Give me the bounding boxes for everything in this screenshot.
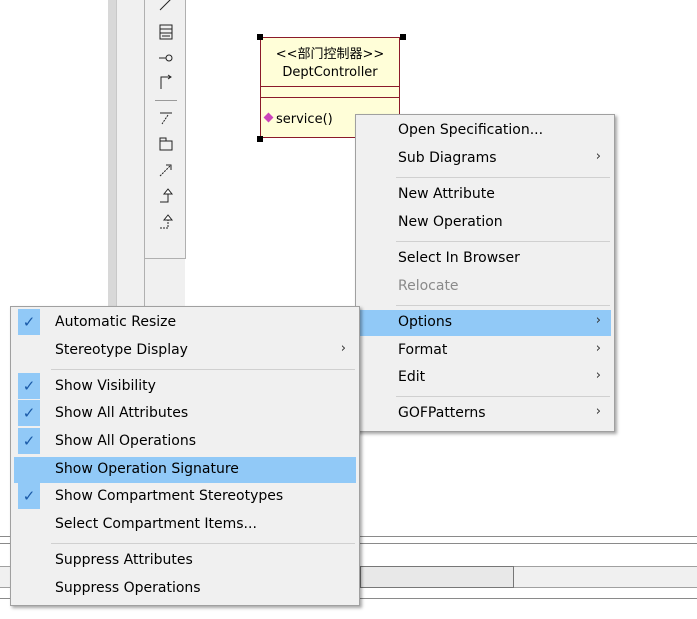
association-tool-icon[interactable] [153,0,179,16]
menu-item-new-attribute[interactable]: New Attribute [359,182,611,208]
option-show-compartment-stereotypes[interactable]: ✓ Show Compartment Stereotypes [14,483,356,510]
menu-item-label: Select In Browser [398,250,520,266]
option-automatic-resize[interactable]: ✓ Automatic Resize [14,309,356,336]
menu-item-label: Select Compartment Items... [55,516,257,532]
menu-item-options[interactable]: Options › [359,310,611,336]
checkmark-icon: ✓ [18,400,40,426]
menu-item-label: Sub Diagrams [398,150,497,166]
selection-handle[interactable] [257,136,263,142]
compartment-divider [261,86,399,87]
menu-item-open-specification[interactable]: Open Specification... [359,118,611,144]
context-menu: Open Specification... Sub Diagrams › New… [355,114,615,432]
checkmark-icon: ✓ [18,483,40,509]
menu-item-label: Open Specification... [398,122,544,138]
submenu-arrow-icon: › [595,341,601,356]
option-show-all-attributes[interactable]: ✓ Show All Attributes [14,400,356,427]
realize-tool-icon[interactable] [153,210,179,234]
menu-separator [396,396,610,397]
menu-item-label: GOFPatterns [398,405,486,421]
diagram-toolbox [144,0,186,259]
submenu-arrow-icon: › [595,313,601,328]
unidirectional-association-icon[interactable] [153,70,179,94]
submenu-arrow-icon: › [595,368,601,383]
option-suppress-operations[interactable]: Suppress Operations [14,576,356,602]
menu-item-label: Automatic Resize [55,314,177,330]
menu-item-label: Show Compartment Stereotypes [55,488,284,504]
option-stereotype-display[interactable]: Stereotype Display › [14,338,356,364]
options-submenu: ✓ Automatic Resize Stereotype Display › … [10,306,360,606]
menu-item-edit[interactable]: Edit › [359,365,611,391]
interface-tool-icon[interactable] [153,46,179,70]
submenu-arrow-icon: › [595,404,601,419]
submenu-arrow-icon: › [595,149,601,164]
generalization-tool-icon[interactable] [153,184,179,208]
menu-separator [51,543,355,544]
menu-item-label: New Attribute [398,186,495,202]
selection-handle[interactable] [400,34,406,40]
option-suppress-attributes[interactable]: Suppress Attributes [14,548,356,574]
menu-item-label: Show Operation Signature [55,461,239,477]
menu-item-new-operation[interactable]: New Operation [359,210,611,236]
menu-separator [396,305,610,306]
selection-handle[interactable] [257,34,263,40]
package-tool-icon[interactable] [153,132,179,156]
menu-separator [396,177,610,178]
public-operation-icon [263,112,274,123]
class-stereotype: <<部门控制器>> [275,47,385,62]
option-show-operation-signature[interactable]: Show Operation Signature [14,457,356,483]
menu-item-gofpatterns[interactable]: GOFPatterns › [359,401,611,427]
class-tool-icon[interactable] [153,20,179,44]
menu-separator [396,241,610,242]
checkmark-icon: ✓ [18,428,40,454]
menu-item-label: Relocate [398,278,459,294]
menu-item-format[interactable]: Format › [359,338,611,364]
option-show-visibility[interactable]: ✓ Show Visibility [14,373,356,400]
menu-item-label: Suppress Operations [55,580,201,596]
option-show-all-operations[interactable]: ✓ Show All Operations [14,428,356,455]
submenu-arrow-icon: › [340,341,346,356]
class-operation[interactable]: service() [276,112,333,127]
menu-item-label: Suppress Attributes [55,552,193,568]
menu-item-label: Format [398,342,448,358]
menu-item-relocate: Relocate [359,274,611,300]
checkmark-icon: ✓ [18,373,40,399]
option-select-compartment-items[interactable]: Select Compartment Items... [14,512,356,538]
class-name: DeptController [282,65,378,80]
compartment-divider [261,97,399,98]
menu-item-label: Options [398,314,453,330]
menu-item-label: Edit [398,369,426,385]
menu-item-label: Show Visibility [55,378,156,394]
menu-item-label: Show All Operations [55,433,196,449]
scrollbar-thumb[interactable] [360,566,514,588]
menu-item-label: Show All Attributes [55,405,189,421]
dependency-tool-icon[interactable] [153,158,179,182]
menu-item-select-in-browser[interactable]: Select In Browser [359,246,611,272]
menu-item-label: New Operation [398,214,503,230]
note-anchor-tool-icon[interactable] [153,106,179,130]
menu-item-sub-diagrams[interactable]: Sub Diagrams › [359,146,611,172]
toolbox-separator [155,100,177,101]
menu-item-label: Stereotype Display [55,342,188,358]
menu-separator [51,369,355,370]
checkmark-icon: ✓ [18,309,40,335]
